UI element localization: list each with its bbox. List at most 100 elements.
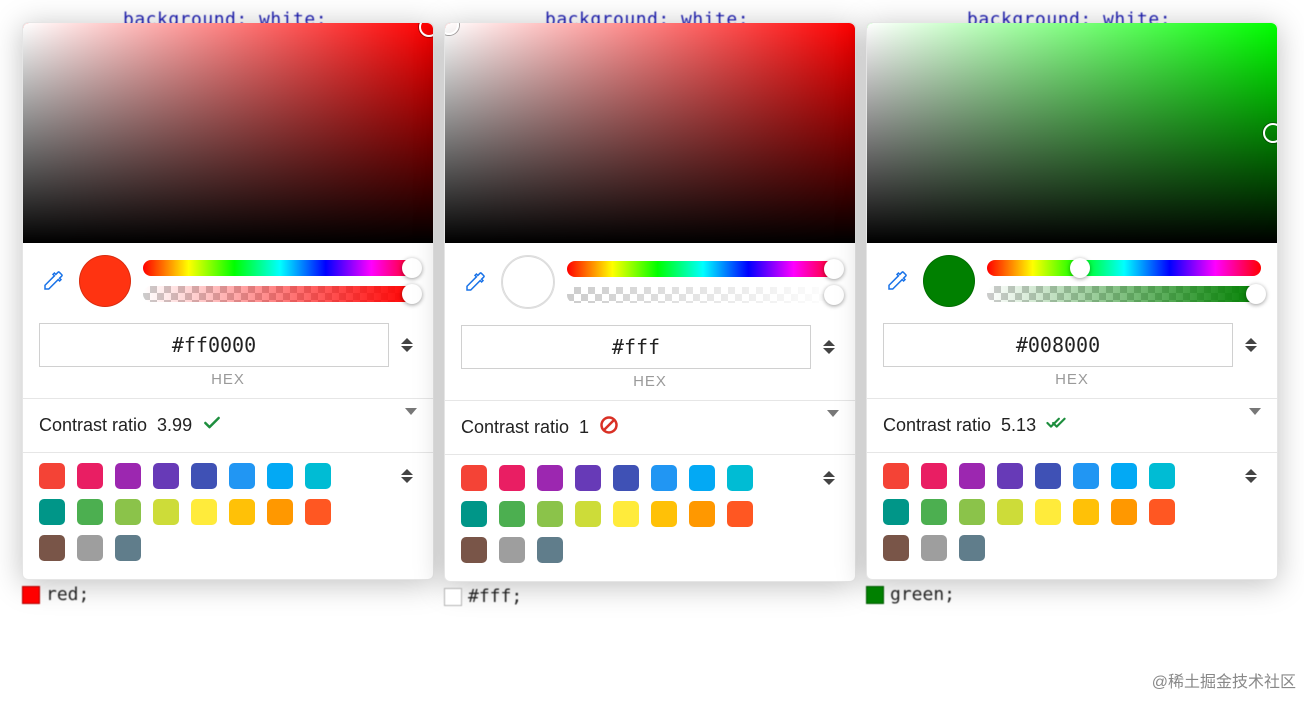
swatch[interactable]	[997, 463, 1023, 489]
saturation-value-area[interactable]	[23, 23, 433, 243]
swatch[interactable]	[575, 501, 601, 527]
swatch[interactable]	[651, 465, 677, 491]
swatch[interactable]	[689, 465, 715, 491]
swatch[interactable]	[1111, 463, 1137, 489]
swatch[interactable]	[613, 465, 639, 491]
swatch[interactable]	[499, 501, 525, 527]
color-picker: background: white;HEXContrast ratio3.99	[22, 22, 434, 580]
expand-contrast[interactable]	[827, 417, 839, 438]
swatch[interactable]	[115, 535, 141, 561]
eyedropper-icon[interactable]	[39, 267, 67, 295]
swatch[interactable]	[115, 463, 141, 489]
swatch-row	[461, 501, 839, 527]
swatch[interactable]	[537, 537, 563, 563]
contrast-value: 3.99	[157, 415, 192, 436]
swatch[interactable]	[883, 499, 909, 525]
swatch[interactable]	[727, 465, 753, 491]
swatch[interactable]	[153, 499, 179, 525]
contrast-section[interactable]: Contrast ratio5.13	[867, 399, 1277, 452]
hex-input[interactable]	[461, 325, 811, 369]
hex-input[interactable]	[39, 323, 389, 367]
swatch[interactable]	[39, 499, 65, 525]
swatch[interactable]	[77, 499, 103, 525]
expand-contrast[interactable]	[405, 415, 417, 436]
swatch[interactable]	[191, 499, 217, 525]
contrast-section[interactable]: Contrast ratio3.99	[23, 399, 433, 452]
swatch[interactable]	[1073, 499, 1099, 525]
swatch[interactable]	[39, 463, 65, 489]
swatch[interactable]	[461, 501, 487, 527]
sv-picker-dot[interactable]	[1263, 123, 1277, 143]
hue-slider[interactable]	[567, 261, 839, 277]
hue-thumb[interactable]	[824, 259, 844, 279]
hex-input[interactable]	[883, 323, 1233, 367]
current-color-swatch	[501, 255, 555, 309]
swatch[interactable]	[1149, 463, 1175, 489]
format-stepper[interactable]	[1241, 338, 1261, 352]
swatch[interactable]	[305, 463, 331, 489]
swatch[interactable]	[1149, 499, 1175, 525]
swatch[interactable]	[115, 499, 141, 525]
swatch[interactable]	[575, 465, 601, 491]
swatch[interactable]	[883, 535, 909, 561]
swatch[interactable]	[921, 463, 947, 489]
swatch[interactable]	[229, 463, 255, 489]
hue-slider[interactable]	[987, 260, 1261, 276]
swatch[interactable]	[191, 463, 217, 489]
swatch[interactable]	[651, 501, 677, 527]
eyedropper-icon[interactable]	[883, 267, 911, 295]
alpha-thumb[interactable]	[824, 285, 844, 305]
expand-contrast[interactable]	[1249, 415, 1261, 436]
alpha-slider[interactable]	[987, 286, 1261, 302]
alpha-thumb[interactable]	[402, 284, 422, 304]
saturation-value-area[interactable]	[867, 23, 1277, 243]
swatch[interactable]	[499, 537, 525, 563]
contrast-section[interactable]: Contrast ratio1	[445, 401, 855, 454]
swatch[interactable]	[1111, 499, 1137, 525]
swatch[interactable]	[461, 537, 487, 563]
swatch[interactable]	[921, 535, 947, 561]
saturation-value-area[interactable]	[445, 23, 855, 243]
hue-slider[interactable]	[143, 260, 417, 276]
legend: green;	[866, 584, 1278, 605]
caret-up-icon	[823, 340, 835, 346]
palette-stepper[interactable]	[819, 471, 839, 485]
swatch[interactable]	[153, 463, 179, 489]
format-label: HEX	[867, 371, 1277, 398]
swatch[interactable]	[229, 499, 255, 525]
swatch[interactable]	[921, 499, 947, 525]
swatch[interactable]	[537, 465, 563, 491]
swatch[interactable]	[305, 499, 331, 525]
swatch[interactable]	[267, 463, 293, 489]
swatch[interactable]	[997, 499, 1023, 525]
alpha-thumb[interactable]	[1246, 284, 1266, 304]
alpha-slider[interactable]	[567, 287, 839, 303]
legend: red;	[22, 584, 434, 605]
format-stepper[interactable]	[819, 340, 839, 354]
swatch[interactable]	[39, 535, 65, 561]
swatch[interactable]	[959, 463, 985, 489]
hue-thumb[interactable]	[1070, 258, 1090, 278]
legend: #fff;	[444, 586, 856, 607]
alpha-slider[interactable]	[143, 286, 417, 302]
swatch[interactable]	[1035, 463, 1061, 489]
palette-stepper[interactable]	[1241, 469, 1261, 483]
swatch[interactable]	[1035, 499, 1061, 525]
swatch[interactable]	[77, 535, 103, 561]
swatch[interactable]	[537, 501, 563, 527]
swatch[interactable]	[499, 465, 525, 491]
swatch[interactable]	[727, 501, 753, 527]
swatch[interactable]	[689, 501, 715, 527]
swatch[interactable]	[959, 535, 985, 561]
eyedropper-icon[interactable]	[461, 268, 489, 296]
swatch[interactable]	[1073, 463, 1099, 489]
format-stepper[interactable]	[397, 338, 417, 352]
swatch[interactable]	[613, 501, 639, 527]
palette-stepper[interactable]	[397, 469, 417, 483]
swatch[interactable]	[959, 499, 985, 525]
hue-thumb[interactable]	[402, 258, 422, 278]
swatch[interactable]	[461, 465, 487, 491]
swatch[interactable]	[267, 499, 293, 525]
swatch[interactable]	[883, 463, 909, 489]
swatch[interactable]	[77, 463, 103, 489]
